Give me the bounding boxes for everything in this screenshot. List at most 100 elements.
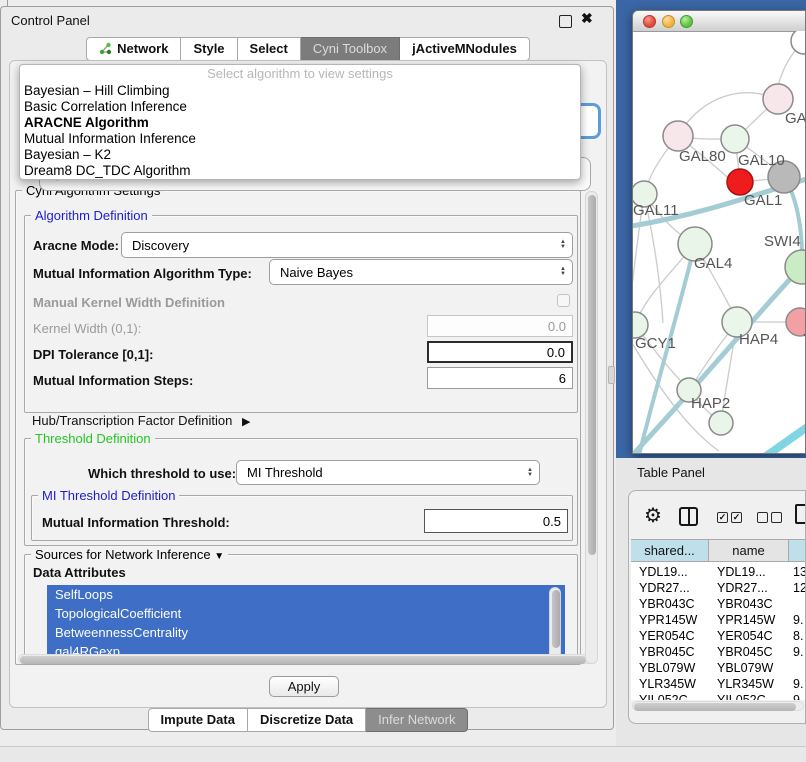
cell: YBR045C	[717, 644, 789, 660]
cell: YDR27...	[639, 580, 709, 596]
cell: YDL19...	[717, 564, 789, 580]
settings-hscrollbar[interactable]	[18, 654, 594, 664]
cell: 8.	[793, 628, 806, 644]
dpi-tolerance-field[interactable]: 0.0	[427, 341, 573, 363]
gear-icon[interactable]: ⚙	[644, 503, 662, 528]
which-threshold-combobox[interactable]: MI Threshold ▲▼	[236, 460, 540, 485]
cell: 13	[793, 564, 806, 580]
zoom-traffic-light[interactable]	[680, 15, 693, 28]
hub-definition-toggle[interactable]: Hub/Transcription Factor Definition ▶	[32, 413, 250, 428]
tab-discretize-data[interactable]: Discretize Data	[248, 708, 366, 732]
minimize-traffic-light[interactable]	[662, 15, 675, 28]
dropdown-item-selected[interactable]: ARACNE Algorithm	[20, 115, 580, 131]
checked-checkbox-icon[interactable]: ✓	[717, 512, 728, 523]
algorithm-definition-title: Algorithm Definition	[31, 208, 152, 223]
tab-network[interactable]: Network	[86, 37, 181, 61]
network-canvas[interactable]: GAL80 GAL10 GAL1 GAL11 GAL4 SWI4 GCY1 HA…	[633, 31, 806, 454]
cell: YBR043C	[639, 596, 709, 612]
node-label: GAL4	[694, 255, 732, 272]
mi-type-label: Mutual Information Algorithm Type:	[33, 266, 252, 281]
data-attributes-label: Data Attributes	[33, 565, 126, 580]
dropdown-item[interactable]: Mutual Information Inference	[20, 131, 580, 147]
dropdown-item[interactable]: Bayesian – Hill Climbing	[20, 83, 580, 99]
network-icon	[99, 42, 112, 55]
unchecked-checkbox-icon[interactable]	[771, 512, 782, 523]
manual-kernel-label: Manual Kernel Width Definition	[33, 295, 225, 310]
node-cut-bottom[interactable]	[709, 411, 733, 435]
cell: 9	[793, 692, 806, 700]
network-node-labels: GAL80 GAL10 GAL1 GAL11 GAL4 SWI4 GCY1 HA…	[633, 110, 806, 412]
cell: YPR145W	[639, 612, 709, 628]
checked-checkbox-icon[interactable]: ✓	[731, 512, 742, 523]
node-label: GAL80	[679, 148, 726, 165]
control-panel-tabs: Network Style Select Cyni Toolbox jActiv…	[1, 37, 615, 61]
kernel-width-field[interactable]: 0.0	[427, 315, 573, 337]
node-label: GAL	[785, 110, 806, 127]
attributes-scrollbar[interactable]	[549, 587, 561, 661]
which-threshold-value: MI Threshold	[237, 465, 521, 480]
mi-threshold-group-title: MI Threshold Definition	[38, 488, 179, 503]
network-window-titlebar[interactable]	[633, 11, 806, 32]
cell: YBL079W	[639, 660, 709, 676]
cell: YDL19...	[639, 564, 709, 580]
dropdown-item[interactable]: Basic Correlation Inference	[20, 99, 580, 115]
tab-discretize-data-label: Discretize Data	[260, 712, 353, 727]
list-item[interactable]: TopologicalCoefficient	[47, 604, 565, 623]
dropdown-item[interactable]: Dream8 DC_TDC Algorithm	[20, 163, 580, 179]
list-item[interactable]: BetweennessCentrality	[47, 623, 565, 642]
node-label: GAL11	[633, 202, 679, 219]
splitpane-grip[interactable]	[608, 366, 615, 384]
algorithm-dropdown-popup: Select algorithm to view settings Bayesi…	[19, 64, 581, 180]
settings-vscrollbar[interactable]	[585, 191, 598, 664]
cell: YBL079W	[717, 660, 789, 676]
list-item[interactable]: SelfLoops	[47, 585, 565, 604]
column-header-shared[interactable]: shared...	[631, 540, 709, 562]
data-attributes-list: SelfLoops TopologicalCoefficient Between…	[47, 585, 565, 663]
stepper-icon: ▲▼	[554, 267, 572, 277]
node-gal80[interactable]	[663, 121, 693, 151]
mi-steps-field[interactable]: 6	[427, 367, 573, 389]
mi-type-combobox[interactable]: Naive Bayes ▲▼	[269, 259, 573, 285]
tab-infer-network[interactable]: Infer Network	[366, 708, 468, 732]
apply-button[interactable]: Apply	[269, 676, 339, 697]
node-label: SWI4	[764, 233, 801, 250]
close-traffic-light[interactable]	[643, 15, 656, 28]
dropdown-item[interactable]: Bayesian – K2	[20, 147, 580, 163]
cell: 9.	[793, 676, 806, 692]
node-label: GAL1	[744, 192, 782, 209]
split-columns-icon[interactable]	[679, 507, 698, 526]
manual-kernel-checkbox[interactable]	[557, 294, 570, 307]
cell: YLR345W	[639, 676, 709, 692]
column-header-cut[interactable]	[789, 540, 806, 562]
tab-infer-network-label: Infer Network	[378, 712, 455, 727]
kernel-width-label: Kernel Width (0,1):	[33, 321, 141, 336]
close-icon[interactable]: ✖	[581, 10, 593, 27]
mi-threshold-field[interactable]: 0.5	[424, 509, 568, 533]
node-cut-top[interactable]	[791, 31, 806, 54]
cell: 9.	[793, 644, 806, 660]
aracne-mode-combobox[interactable]: Discovery ▲▼	[121, 232, 573, 258]
mi-threshold-label: Mutual Information Threshold:	[42, 515, 230, 530]
sources-group-title[interactable]: Sources for Network Inference ▼	[31, 547, 228, 562]
status-bar	[0, 746, 806, 762]
tab-select[interactable]: Select	[238, 37, 301, 61]
float-window-icon[interactable]	[559, 15, 572, 28]
tab-style[interactable]: Style	[181, 37, 237, 61]
dropdown-placeholder: Select algorithm to view settings	[20, 65, 580, 83]
unchecked-checkbox-icon[interactable]	[757, 512, 768, 523]
column-header-name[interactable]: name	[709, 540, 789, 562]
cell: YBR045C	[639, 644, 709, 660]
table-hscrollbar[interactable]	[632, 701, 804, 711]
tab-network-label: Network	[117, 41, 168, 56]
sources-title-label: Sources for Network Inference	[35, 547, 211, 562]
sources-group: Sources for Network Inference ▼ Data Att…	[24, 554, 578, 664]
tab-impute-data[interactable]: Impute Data	[148, 708, 248, 732]
document-icon[interactable]	[795, 504, 806, 524]
algorithm-definition-group: Algorithm Definition Aracne Mode: Discov…	[24, 215, 578, 413]
cell: YER054C	[639, 628, 709, 644]
cell: YBR043C	[717, 596, 789, 612]
tab-jactivemnodules[interactable]: jActiveMNodules	[400, 37, 530, 61]
tab-cyni-toolbox[interactable]: Cyni Toolbox	[301, 37, 400, 61]
network-view-window: GAL80 GAL10 GAL1 GAL11 GAL4 SWI4 GCY1 HA…	[632, 10, 806, 454]
tab-select-label: Select	[250, 41, 288, 56]
